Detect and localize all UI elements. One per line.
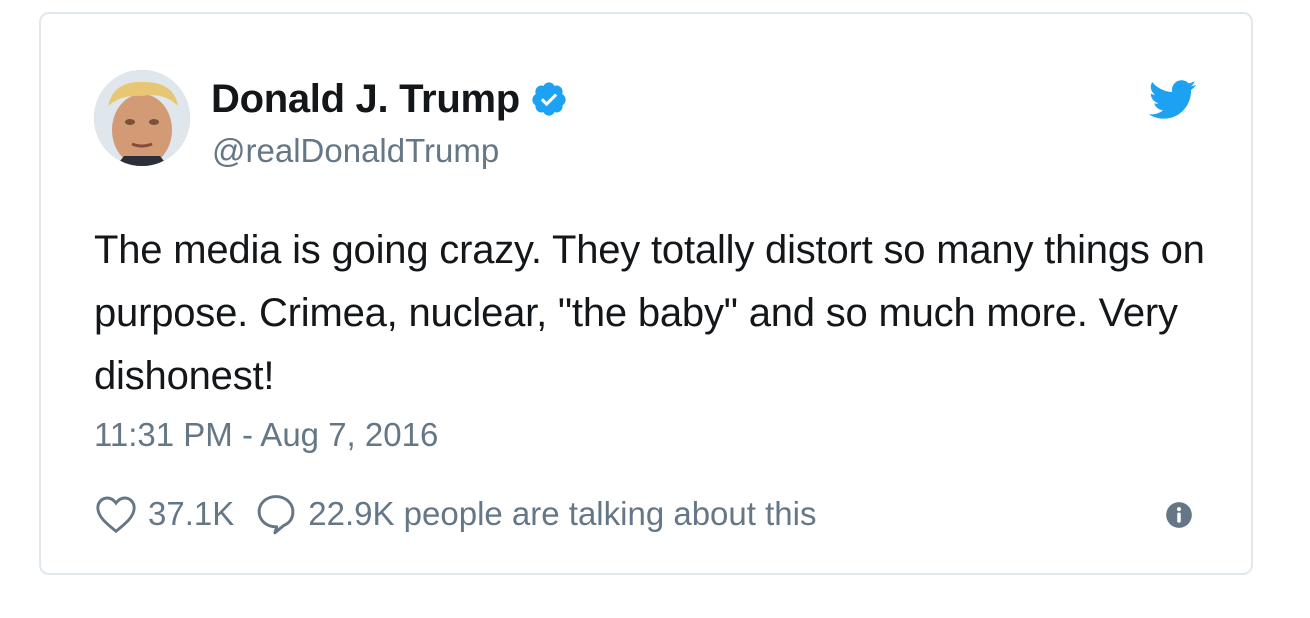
tweet-card[interactable]: Donald J. Trump @realDonaldTrump The med… — [39, 12, 1253, 575]
action-bar: 37.1K 22.9K people are talking about thi… — [94, 492, 816, 536]
tweet-text: The media is going crazy. They totally d… — [94, 228, 1205, 398]
tweet-timestamp[interactable]: 11:31 PM - Aug 7, 2016 — [94, 416, 438, 454]
talking-count[interactable]: 22.9K people are talking about this — [308, 495, 816, 533]
speech-bubble-icon[interactable] — [254, 492, 298, 536]
verified-badge-icon — [530, 80, 568, 118]
heart-icon[interactable] — [94, 494, 138, 534]
like-count[interactable]: 37.1K — [148, 495, 234, 533]
avatar[interactable] — [94, 70, 190, 166]
twitter-bird-icon[interactable] — [1148, 80, 1197, 120]
user-handle[interactable]: @realDonaldTrump — [212, 132, 499, 170]
display-name[interactable]: Donald J. Trump — [211, 77, 520, 122]
info-icon[interactable] — [1165, 501, 1193, 529]
author-row: Donald J. Trump — [211, 74, 568, 124]
